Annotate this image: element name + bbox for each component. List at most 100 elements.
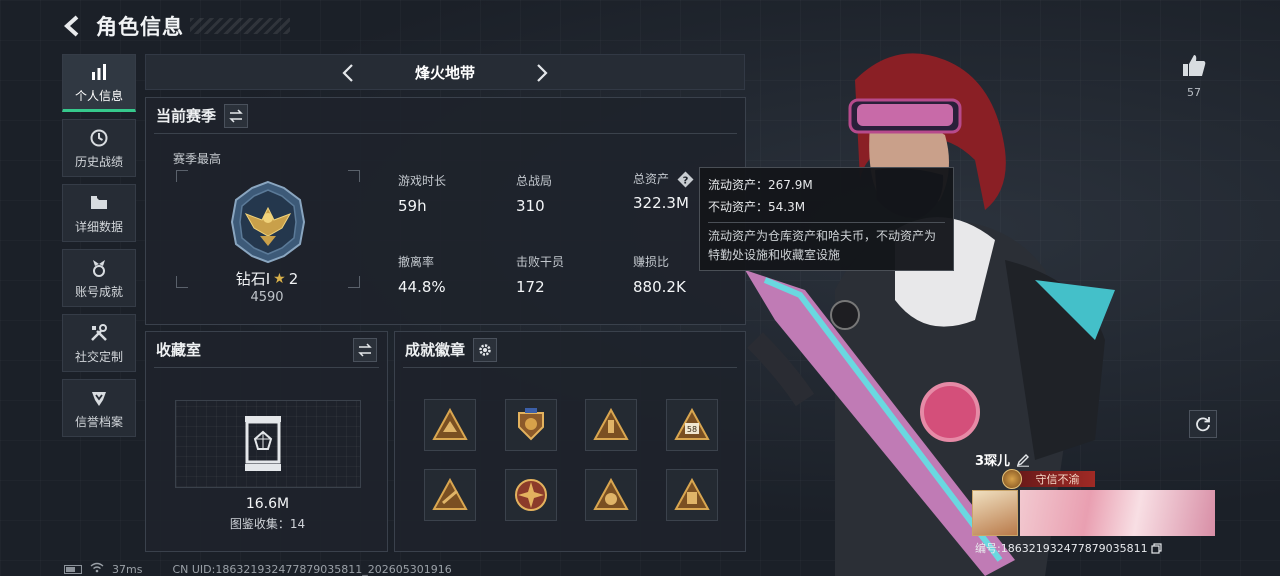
thumbs-up-icon[interactable] [1180,52,1208,80]
achievements-panel: 成就徽章 58 [394,331,746,552]
edit-icon[interactable] [1016,453,1030,467]
nav-item-social[interactable]: 社交定制 [62,314,136,372]
nav-item-history[interactable]: 历史战绩 [62,119,136,177]
chevron-right-icon[interactable] [530,61,554,85]
player-name-row: 3琛儿 [975,450,1030,469]
profile-card-banner[interactable] [1020,490,1215,536]
svg-text:?: ? [682,176,688,187]
medal-icon [88,257,110,279]
clock-icon [88,127,110,149]
gear-icon [479,343,491,356]
season-best-label: 赛季最高 [173,152,222,166]
header: 角色信息 [60,10,184,42]
avatar[interactable] [972,490,1018,536]
stat-value: 310 [516,197,545,215]
achievement-badge[interactable] [505,399,557,451]
help-icon[interactable]: ? [677,171,694,188]
tooltip-description: 流动资产为仓库资产和哈夫币，不动资产为特勤处设施和收藏室设施 [708,229,937,262]
achievement-badge[interactable] [585,469,637,521]
assets-tooltip: 流动资产：267.9M 不动资产：54.3M 流动资产为仓库资产和哈夫币，不动资… [699,167,954,271]
chevron-left-icon[interactable] [336,61,360,85]
season-panel: 当前赛季 赛季最高 钻石I ★ 2 4590 游戏时长 59h 总战局 310 … [145,97,746,325]
season-panel-header: 当前赛季 [154,98,737,134]
triangle-badge-icon [593,407,629,440]
status-bar: 37ms CN UID:186321932477879035811_202605… [64,562,452,576]
cross-medal-icon [515,479,547,511]
map-name: 烽火地带 [414,63,475,82]
season-title: 当前赛季 [156,107,217,125]
badge-number: 58 [687,425,697,434]
nav-item-personal-info[interactable]: 个人信息 [62,54,136,112]
achievements-settings-button[interactable] [473,337,498,362]
nav-label: 社交定制 [74,349,123,364]
rotate-model-button[interactable] [1189,410,1217,438]
achievement-badge[interactable] [505,469,557,521]
collection-title: 收藏室 [156,341,202,359]
achievement-badge[interactable] [666,469,718,521]
like-count: 57 [1187,86,1201,99]
ping: 37ms [112,562,143,576]
stat-value: 59h [398,197,427,215]
collection-panel: 收藏室 16.6M 图鉴收集：14 [145,331,388,552]
stat-value: 44.8% [398,278,446,296]
shield-icon [88,387,110,409]
stat-total-assets: 总资产 ? 322.3M [633,170,694,212]
achievement-badge[interactable] [585,399,637,451]
collection-count: 图鉴收集：14 [229,517,306,531]
stat-value: 322.3M [633,194,689,212]
wifi-icon [90,562,104,576]
showcase-icon [242,414,284,474]
folder-icon [88,192,110,214]
achievements-panel-header: 成就徽章 [403,332,737,368]
player-uid-row: 编号:1863219324778790358​11 [975,540,1162,556]
page-title: 角色信息 [96,15,184,39]
triangle-badge-icon [593,477,629,510]
rank-level: 2 [288,269,299,288]
nav-label: 账号成就 [74,284,123,299]
tooltip-liquid-assets: 流动资产：267.9M [708,178,813,192]
refresh-icon [1196,417,1210,432]
tools-icon [88,322,110,344]
nav-label: 个人信息 [74,88,123,103]
stat-label: 游戏时长 [398,174,447,188]
achievement-badge[interactable]: 58 [666,399,718,451]
stat-total-matches: 总战局 310 [516,172,552,215]
stat-value: 172 [516,278,545,296]
stat-label: 赚损比 [633,255,670,269]
nav-label: 信誉档案 [74,414,123,429]
achievement-badge[interactable] [424,399,476,451]
client-uid: CN UID:186321932477879035811_20260530191… [172,562,452,576]
nav-item-credit[interactable]: 信誉档案 [62,379,136,437]
triangle-badge-icon [674,477,710,510]
honor-medal-icon [1002,469,1022,489]
map-selector: 烽火地带 [145,54,745,90]
back-arrow-icon[interactable] [60,13,86,39]
nav-label: 历史战绩 [74,154,123,169]
stat-operators-defeated: 击败干员 172 [516,253,564,296]
stat-label: 击败干员 [516,255,565,269]
rank-score: 4590 [250,290,284,305]
nav-item-achievements[interactable]: 账号成就 [62,249,136,307]
nav-label: 详细数据 [74,219,123,234]
triangle-badge-icon [432,477,468,510]
nav-item-detailed-data[interactable]: 详细数据 [62,184,136,242]
collection-value: 16.6M [245,496,290,512]
diamond-rank-emblem-icon [224,178,312,266]
stat-label: 总战局 [516,174,553,188]
rank-name: 钻石I [235,270,271,288]
swap-icon [358,342,372,357]
title-decoration [190,18,290,34]
stat-value: 880.2K [633,278,686,296]
bar-chart-icon [88,61,110,83]
battery-icon [64,564,82,574]
triangle-badge-icon [432,407,468,440]
copy-icon[interactable] [1151,542,1162,554]
collection-panel-header: 收藏室 [154,332,379,368]
stat-playtime: 游戏时长 59h [398,172,446,215]
stat-label: 总资产 [633,172,670,186]
stat-profit-loss-ratio: 赚损比 880.2K [633,253,686,296]
switch-season-button[interactable] [224,103,249,128]
achievement-badge[interactable] [424,469,476,521]
switch-collection-button[interactable] [353,337,377,362]
side-nav: 个人信息 历史战绩 详细数据 账号成就 社交定制 信誉档案 [62,54,136,444]
